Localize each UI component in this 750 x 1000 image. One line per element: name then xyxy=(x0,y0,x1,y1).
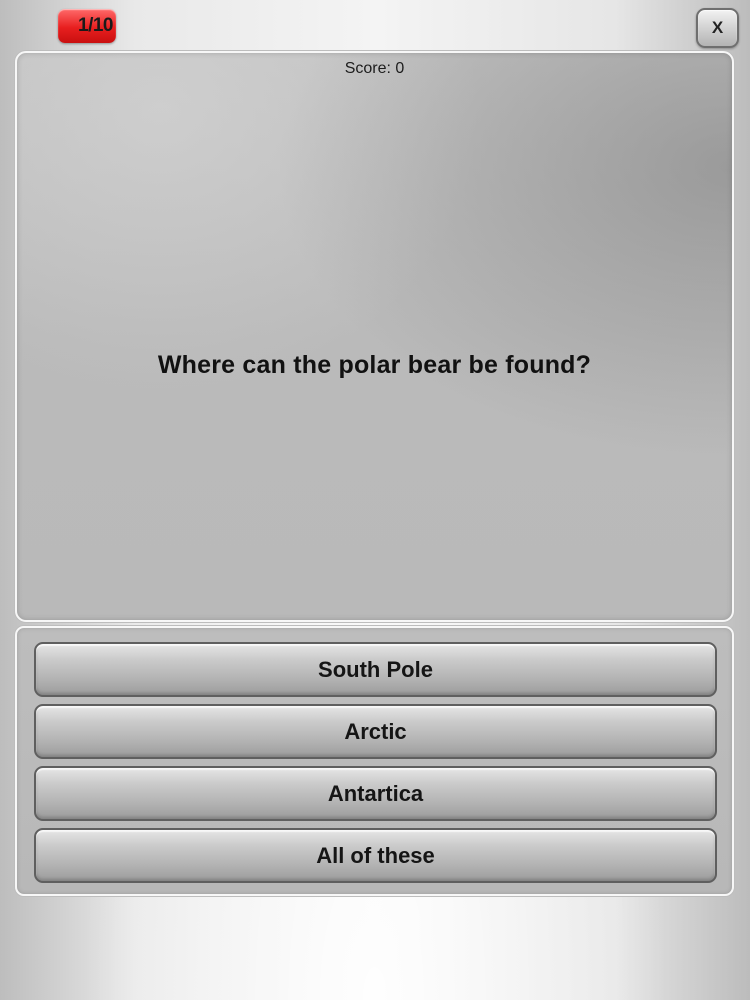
close-button[interactable]: X xyxy=(696,8,739,48)
answer-button-all-of-these[interactable]: All of these xyxy=(34,828,717,883)
answer-button-antartica[interactable]: Antartica xyxy=(34,766,717,821)
answer-button-arctic[interactable]: Arctic xyxy=(34,704,717,759)
answer-button-south-pole[interactable]: South Pole xyxy=(34,642,717,697)
question-progress-badge: 1/10 xyxy=(58,9,116,43)
question-panel: Score: 0 Where can the polar bear be fou… xyxy=(15,51,734,622)
question-text: Where can the polar bear be found? xyxy=(157,351,592,379)
score-label: Score: 0 xyxy=(344,60,405,77)
answers-panel: South Pole Arctic Antartica All of these xyxy=(15,626,734,896)
